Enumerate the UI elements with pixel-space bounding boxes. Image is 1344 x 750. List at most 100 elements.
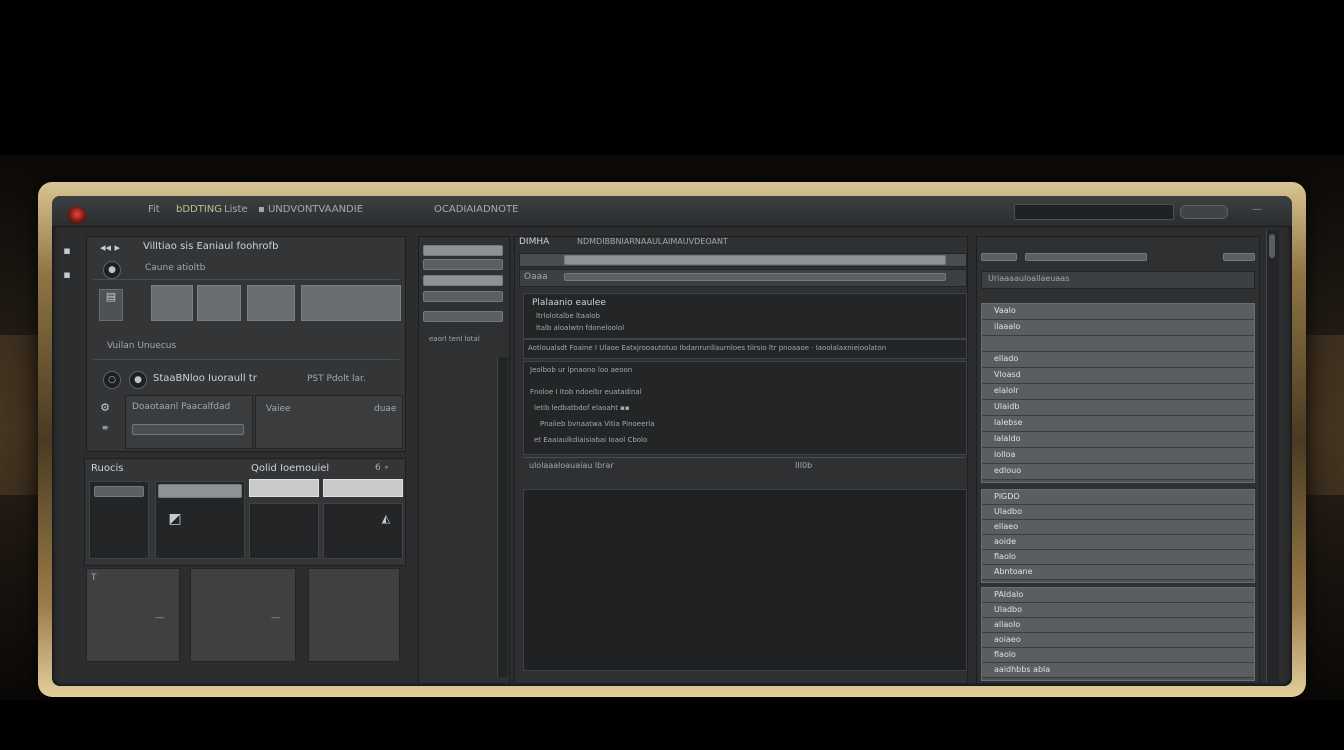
menu-item-3[interactable]: Liste — [224, 204, 248, 215]
library-title-2: Qolid Ioemouiel — [251, 463, 330, 474]
outline-item[interactable]: Abntoane — [982, 565, 1254, 580]
rail-icon-1[interactable]: ▪ — [62, 244, 72, 258]
outline-search[interactable]: Uriaaaauloallaeuaas — [981, 271, 1255, 289]
preview-canvas[interactable] — [523, 489, 967, 671]
panel-header: Villtiao sis Eaniaul foohrofb — [143, 241, 279, 252]
title-search-field[interactable] — [1014, 204, 1174, 220]
thumb-header-light-2[interactable] — [323, 479, 403, 497]
thumb-header-light-1[interactable] — [249, 479, 319, 497]
outline-filter[interactable] — [1025, 253, 1147, 261]
swatch-tile-3[interactable] — [247, 285, 295, 321]
info-title: Plalaanio eaulee — [532, 298, 606, 308]
outline-item-label: aoiaeo — [994, 635, 1021, 644]
address-input[interactable] — [564, 273, 946, 281]
rail-icon-2[interactable]: ▪ — [62, 268, 72, 282]
layer-bar-2[interactable] — [423, 259, 503, 270]
field-box-1[interactable]: Doaotaanl Paacalfdad — [125, 395, 253, 449]
title-toggle[interactable] — [1180, 205, 1228, 219]
outline-item[interactable]: ellado — [982, 352, 1254, 368]
tab-main[interactable]: DIMHA — [519, 237, 549, 247]
layer-bar-1[interactable] — [423, 245, 503, 256]
outline-item-label: Ulaidb — [994, 402, 1020, 411]
swatch-tile-wide[interactable] — [301, 285, 401, 321]
radio-icon-1[interactable]: ○ — [103, 371, 121, 389]
outline-item-label: ellado — [994, 354, 1019, 363]
swatch-tile-2[interactable] — [197, 285, 241, 321]
info-block: Plalaanio eaulee ltrlolotalbe ltaalob lt… — [523, 293, 967, 339]
menu-item-5[interactable]: OCADIAIADNOTE — [434, 204, 518, 215]
layers-icon[interactable]: ≡ — [95, 421, 115, 435]
menu-item-1[interactable]: Fit — [148, 204, 160, 215]
outline-item[interactable]: PAIdalo — [982, 588, 1254, 603]
outline-item-label: allaolo — [994, 620, 1021, 629]
layer-bar-3[interactable] — [423, 275, 503, 286]
outline-item[interactable]: ilaaalo — [982, 320, 1254, 336]
outline-item[interactable]: edlouo — [982, 464, 1254, 480]
breadcrumb-strip: Aotioualsdt Foaine I Ulaoe Eatxjrooautot… — [523, 339, 967, 359]
field1-input[interactable] — [132, 424, 244, 435]
outline-menu[interactable] — [1223, 253, 1255, 261]
asset-slot-3[interactable] — [308, 568, 400, 662]
menu-item-4[interactable]: ▪ UNDVONTVAANDIE — [258, 204, 363, 215]
nav-url-bar[interactable] — [564, 255, 946, 265]
address-bar[interactable]: Oaaa — [519, 269, 967, 287]
thumb-image-2[interactable] — [249, 503, 319, 559]
code-view[interactable]: Jeolbob ur lpnaono loo aeoon Fnoloe I It… — [523, 361, 967, 455]
code-line-2: Fnoloe I Itob ndoelbr euatadinal — [530, 388, 642, 396]
outline-item-label: PlGDO — [994, 492, 1020, 501]
outline-item[interactable] — [982, 336, 1254, 352]
outline-toggle[interactable] — [981, 253, 1017, 261]
toggle-icon[interactable]: ● — [103, 261, 121, 279]
outline-item[interactable]: Uladbo — [982, 603, 1254, 618]
field-box-2[interactable]: Vaiee duae — [255, 395, 403, 449]
main-scrollbar[interactable] — [1266, 230, 1279, 682]
outline-item[interactable]: Vloasd — [982, 368, 1254, 384]
outline-item[interactable]: Ulaidb — [982, 400, 1254, 416]
asset-slot-2[interactable]: — — [190, 568, 296, 662]
outline-item-label: flaolo — [994, 552, 1016, 561]
outline-item[interactable]: Uladbo — [982, 505, 1254, 520]
swatch-tile-1[interactable] — [151, 285, 193, 321]
outline-item-label: Vloasd — [994, 370, 1021, 379]
record-button-icon[interactable] — [68, 206, 86, 224]
library-panel: Ruocis Qolid Ioemouiel 6 ∘ ◩ ◭ — [84, 458, 406, 566]
outline-item[interactable]: flaolo — [982, 648, 1254, 663]
field2-suffix: duae — [374, 404, 397, 414]
outline-item[interactable]: elalolr — [982, 384, 1254, 400]
field2-label: Vaiee — [266, 404, 291, 414]
gear-icon[interactable]: ⚙ — [95, 401, 115, 415]
outline-item[interactable]: lalaldo — [982, 432, 1254, 448]
info-line-2: ltalb aloalwtn fdoneloolol — [536, 324, 625, 332]
nav-toolbar[interactable] — [519, 253, 967, 267]
outline-item[interactable]: ellaeo — [982, 520, 1254, 535]
outline-item[interactable]: aaidhbbs abla — [982, 663, 1254, 678]
menu-item-2[interactable]: bDDTING — [176, 204, 222, 215]
outline-item[interactable]: aoide — [982, 535, 1254, 550]
window-controls[interactable]: — — [1234, 202, 1280, 218]
outline-item[interactable]: PlGDO — [982, 490, 1254, 505]
outline-group-3: PAIdalo Uladbo allaolo aoiaeo flaolo aaidhbbs… — [981, 587, 1255, 681]
thumb-column[interactable] — [89, 481, 149, 559]
address-text: Oaaa — [524, 272, 548, 282]
outline-group-2: PlGDO Uladbo ellaeo aoide flaolo Abntoane — [981, 489, 1255, 583]
field1-label: Doaotaanl Paacalfdad — [132, 402, 231, 412]
thumb-image-1[interactable]: ◩ — [155, 481, 245, 559]
outline-item-label: PAIdalo — [994, 590, 1024, 599]
playback-icons[interactable]: ◂◂ ▸ — [93, 241, 127, 255]
layers-scrollbar[interactable] — [497, 357, 508, 677]
tab-secondary[interactable]: NDMDIBBNIARNAAULAIMAUVDEOANT — [577, 237, 728, 246]
layer-bar-4[interactable] — [423, 291, 503, 302]
outline-item[interactable]: aoiaeo — [982, 633, 1254, 648]
outline-item[interactable]: flaolo — [982, 550, 1254, 565]
outline-item[interactable]: allaolo — [982, 618, 1254, 633]
folder-icon[interactable]: ▤ — [99, 289, 123, 321]
outline-item[interactable]: lolloa — [982, 448, 1254, 464]
outline-item-label: Abntoane — [994, 567, 1033, 576]
asset-slot-1[interactable]: T — — [86, 568, 180, 662]
scrollbar-thumb[interactable] — [1269, 234, 1275, 258]
outline-item[interactable]: Vaalo — [982, 304, 1254, 320]
outline-item[interactable]: lalebse — [982, 416, 1254, 432]
layer-bar-5[interactable] — [423, 311, 503, 322]
thumb-image-3[interactable]: ◭ — [323, 503, 403, 559]
radio-icon-2[interactable]: ● — [129, 371, 147, 389]
